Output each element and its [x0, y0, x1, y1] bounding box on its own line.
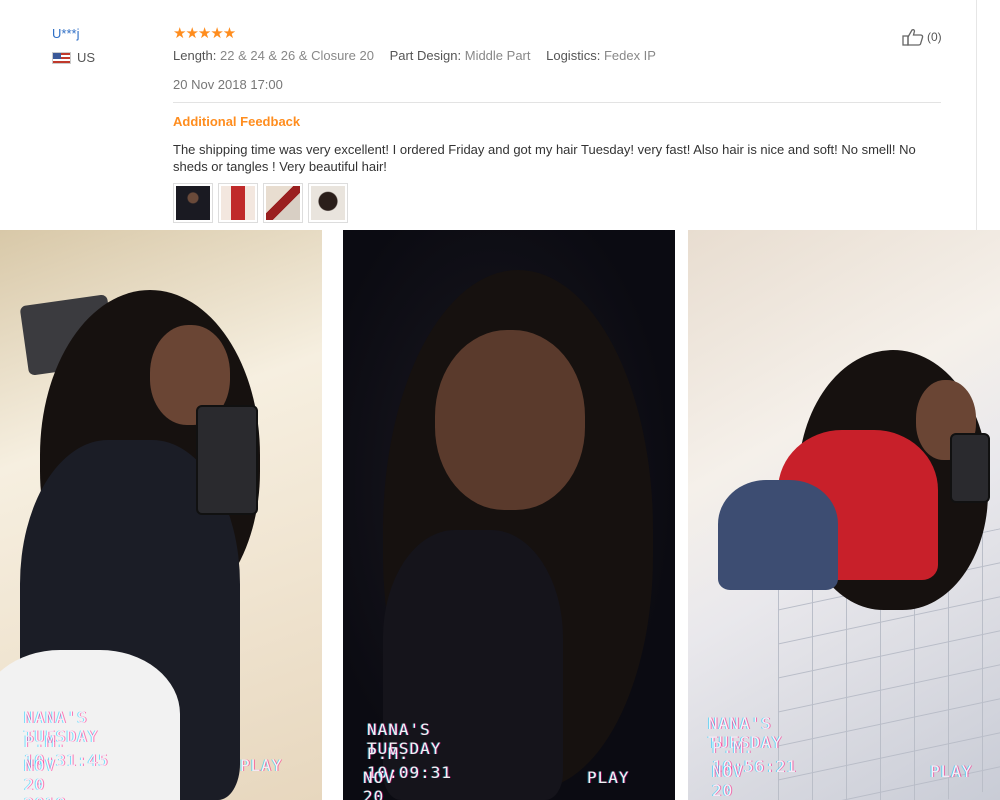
jeans	[718, 480, 838, 590]
order-attributes: Length: 22 & 24 & 26 & Closure 20 Part D…	[173, 48, 668, 63]
photo-thumbnail[interactable]	[218, 183, 258, 223]
helpful-count: (0)	[927, 30, 942, 44]
country-label: US	[77, 50, 96, 65]
card-border	[976, 0, 977, 230]
attr-part-design: Part Design: Middle Part	[389, 48, 531, 63]
play-label[interactable]: PLAY	[587, 768, 630, 787]
face	[435, 330, 585, 510]
reviewer-info: U***j US	[52, 26, 95, 65]
additional-feedback-title: Additional Feedback	[173, 114, 301, 129]
review-date: 20 Nov 2018 17:00	[173, 77, 283, 92]
photo-thumbnail[interactable]	[308, 183, 348, 223]
us-flag-icon	[52, 51, 71, 64]
overlay-date: NOV 20 2018	[363, 768, 395, 800]
photo-thumbnail[interactable]	[173, 183, 213, 223]
attr-length: Length: 22 & 24 & 26 & Closure 20	[173, 48, 374, 63]
overlay-date: NOV 20 2018	[24, 756, 66, 800]
play-label[interactable]: PLAY	[930, 762, 973, 781]
phone	[196, 405, 258, 515]
feedback-text: The shipping time was very excellent! I …	[173, 142, 916, 174]
review-card: U***j US ★★★★★ Length: 22 & 24 & 26 & Cl…	[0, 0, 1000, 230]
divider	[173, 102, 941, 103]
helpful-button[interactable]: (0)	[902, 28, 942, 46]
review-photo-2[interactable]: NANA'S TUESDAY P.M. 10:09:31 NOV 20 2018…	[343, 230, 675, 800]
rating-stars: ★★★★★	[173, 25, 236, 42]
reviewer-country: US	[52, 50, 95, 65]
play-label[interactable]: PLAY	[240, 756, 283, 775]
photo-thumbnails	[173, 183, 348, 223]
attr-logistics: Logistics: Fedex IP	[546, 48, 656, 63]
reviewer-name[interactable]: U***j	[52, 26, 95, 41]
photo-thumbnail[interactable]	[263, 183, 303, 223]
thumbs-up-icon	[902, 29, 924, 46]
overlay-date: NOV 20 2018	[712, 762, 744, 800]
phone	[950, 433, 990, 503]
review-photo-1[interactable]: NANA'S TUESDAY P.M. 10:31:45 NOV 20 2018…	[0, 230, 322, 800]
review-photo-3[interactable]: NANA'S TUESDAY P.M. 10:56:21 NOV 20 2018…	[688, 230, 1000, 800]
